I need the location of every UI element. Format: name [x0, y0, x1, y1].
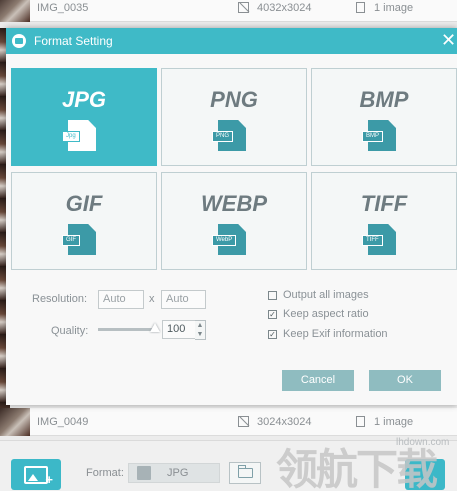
resolution-label: Resolution:	[32, 293, 88, 305]
format-tag: PNG	[212, 131, 234, 142]
format-card-jpg[interactable]: JPG Jpg	[11, 68, 157, 166]
format-label: Format:	[86, 467, 124, 479]
keep-exif-checkbox[interactable]: ✓ Keep Exif information	[268, 328, 388, 340]
format-name: WEBP	[201, 191, 267, 216]
output-all-images-checkbox[interactable]: Output all images	[268, 289, 369, 301]
checkbox-label: Keep Exif information	[283, 328, 388, 340]
ok-button[interactable]: OK	[369, 370, 441, 391]
format-tag: GIF	[62, 235, 80, 246]
checkbox-box[interactable]	[268, 290, 277, 300]
quality-slider-handle[interactable]	[150, 323, 160, 332]
format-select[interactable]: JPG	[128, 463, 220, 483]
format-card-bmp[interactable]: BMP BMP	[311, 68, 457, 166]
format-setting-dialog: Format Setting ✕ JPG Jpg PNG PNG BMP BMP…	[6, 28, 457, 405]
dialog-title: Format Setting	[34, 34, 113, 48]
open-folder-button[interactable]	[229, 462, 261, 484]
format-name: PNG	[210, 87, 258, 112]
file-image-count: 1 image	[374, 1, 414, 14]
checkbox-label: Keep aspect ratio	[283, 308, 369, 320]
format-name: JPG	[61, 87, 107, 112]
format-name: TIFF	[360, 191, 408, 216]
folder-icon	[237, 465, 253, 478]
image-count-icon	[356, 2, 365, 13]
cancel-button[interactable]: Cancel	[282, 370, 354, 391]
file-row[interactable]: IMG_0035 4032x3024 1 image	[0, 0, 457, 22]
image-count-icon	[356, 416, 365, 427]
dialog-titlebar: Format Setting ✕	[6, 28, 457, 54]
chevron-up-icon[interactable]: ▲	[195, 321, 205, 330]
keep-aspect-ratio-checkbox[interactable]: ✓ Keep aspect ratio	[268, 308, 369, 320]
file-thumbnail	[0, 0, 30, 22]
format-tag: WebP	[212, 235, 237, 246]
file-name: IMG_0035	[37, 1, 89, 14]
file-image-count: 1 image	[374, 415, 414, 428]
quality-input[interactable]: 100	[162, 320, 196, 339]
file-thumbnail	[0, 407, 30, 436]
format-card-png[interactable]: PNG PNG	[161, 68, 307, 166]
add-image-button[interactable]: +	[11, 459, 61, 490]
format-name: BMP	[359, 87, 409, 112]
app-logo-icon	[12, 34, 26, 48]
checkbox-label: Output all images	[283, 289, 369, 301]
format-tag: TIFF	[362, 235, 383, 246]
format-tag: Jpg	[62, 131, 80, 142]
dimension-icon	[238, 416, 249, 427]
quality-stepper[interactable]: ▲ ▼	[195, 320, 206, 340]
file-dimensions: 3024x3024	[257, 415, 312, 428]
file-name: IMG_0049	[37, 415, 89, 428]
resolution-height-input[interactable]: Auto	[161, 290, 206, 309]
checkmark-icon[interactable]: ✓	[268, 329, 277, 339]
add-image-icon	[24, 465, 48, 484]
format-tag: BMP	[362, 131, 384, 142]
format-card-tiff[interactable]: TIFF TIFF	[311, 172, 457, 270]
file-dimensions: 4032x3024	[257, 1, 312, 14]
format-file-icon	[137, 466, 151, 480]
resolution-separator: x	[149, 293, 155, 305]
resolution-width-input[interactable]: Auto	[98, 290, 144, 309]
format-value: JPG	[167, 467, 189, 479]
format-card-gif[interactable]: GIF GIF	[11, 172, 157, 270]
quality-slider[interactable]	[98, 328, 156, 331]
dimension-icon	[238, 2, 249, 13]
format-card-webp[interactable]: WEBP WebP	[161, 172, 307, 270]
watermark-site: lhdown.com	[396, 437, 450, 448]
checkmark-icon[interactable]: ✓	[268, 309, 277, 319]
close-icon[interactable]: ✕	[441, 30, 456, 50]
quality-label: Quality:	[51, 325, 89, 337]
file-row[interactable]: IMG_0049 3024x3024 1 image	[0, 407, 457, 436]
chevron-down-icon[interactable]: ▼	[195, 330, 205, 339]
format-name: GIF	[65, 191, 103, 216]
